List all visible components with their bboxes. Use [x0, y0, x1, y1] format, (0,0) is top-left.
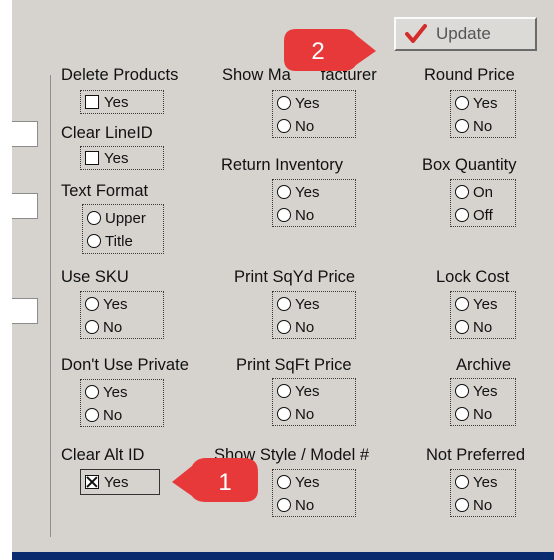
callout-badge-1: 1: [172, 458, 258, 502]
show-style-model-no-radio[interactable]: No: [277, 495, 314, 515]
divider-line: [50, 75, 51, 537]
clear-alt-id-yes-checkbox[interactable]: Yes: [85, 472, 128, 492]
print-sqft-price-label: Print SqFt Price: [236, 356, 352, 374]
text-format-group: Upper Title: [82, 204, 164, 254]
round-price-label: Round Price: [424, 66, 515, 84]
svg-text:1: 1: [218, 469, 231, 496]
delete-products-label: Delete Products: [61, 66, 179, 84]
update-button-label: Update: [436, 24, 491, 43]
archive-no-radio[interactable]: No: [455, 404, 492, 424]
dont-use-private-group: Yes No: [80, 379, 164, 427]
box-quantity-label: Box Quantity: [422, 156, 517, 174]
use-sku-no-radio[interactable]: No: [85, 317, 122, 337]
print-sqft-price-group: Yes No: [272, 378, 356, 426]
bottom-bar: [12, 552, 554, 560]
svg-text:2: 2: [311, 38, 324, 65]
dont-use-private-label: Don't Use Private: [61, 356, 189, 374]
archive-yes-radio[interactable]: Yes: [455, 381, 497, 401]
left-field-stub[interactable]: [12, 121, 38, 147]
text-format-title-radio[interactable]: Title: [87, 231, 133, 251]
show-manufacturer-no-radio[interactable]: No: [277, 116, 314, 136]
clear-lineid-yes-checkbox[interactable]: Yes: [85, 148, 128, 168]
delete-products-group: Yes: [80, 90, 164, 114]
print-sqft-price-yes-radio[interactable]: Yes: [277, 381, 319, 401]
dont-use-private-no-radio[interactable]: No: [85, 405, 122, 425]
round-price-group: Yes No: [450, 90, 516, 138]
round-price-yes-radio[interactable]: Yes: [455, 93, 497, 113]
not-preferred-label: Not Preferred: [426, 446, 526, 464]
lock-cost-no-radio[interactable]: No: [455, 317, 492, 337]
clear-alt-id-label: Clear Alt ID: [61, 446, 145, 464]
clear-lineid-label: Clear LineID: [61, 124, 153, 142]
text-format-upper-radio[interactable]: Upper: [87, 208, 146, 228]
return-inventory-group: Yes No: [272, 179, 356, 227]
show-style-model-group: Yes No: [272, 469, 356, 517]
left-field-stub[interactable]: [12, 298, 38, 324]
dont-use-private-yes-radio[interactable]: Yes: [85, 382, 127, 402]
update-button[interactable]: Update: [394, 17, 537, 51]
return-inventory-no-radio[interactable]: No: [277, 205, 314, 225]
lock-cost-label: Lock Cost: [436, 268, 510, 286]
use-sku-group: Yes No: [80, 291, 164, 339]
print-sqyd-price-label: Print SqYd Price: [234, 268, 356, 286]
return-inventory-yes-radio[interactable]: Yes: [277, 182, 319, 202]
print-sqft-price-no-radio[interactable]: No: [277, 404, 314, 424]
lock-cost-group: Yes No: [450, 291, 516, 339]
print-sqyd-price-no-radio[interactable]: No: [277, 317, 314, 337]
show-manufacturer-yes-radio[interactable]: Yes: [277, 93, 319, 113]
archive-label: Archive: [456, 356, 512, 374]
not-preferred-group: Yes No: [450, 469, 516, 517]
return-inventory-label: Return Inventory: [221, 156, 343, 174]
round-price-no-radio[interactable]: No: [455, 116, 492, 136]
archive-group: Yes No: [450, 378, 516, 426]
use-sku-yes-radio[interactable]: Yes: [85, 294, 127, 314]
show-manufacturer-group: Yes No: [272, 90, 356, 138]
clear-alt-id-group: Yes: [80, 469, 160, 495]
left-field-stub[interactable]: [12, 193, 38, 219]
use-sku-label: Use SKU: [61, 268, 129, 286]
checkmark-icon: [396, 19, 436, 49]
print-sqyd-price-yes-radio[interactable]: Yes: [277, 294, 319, 314]
not-preferred-yes-radio[interactable]: Yes: [455, 472, 497, 492]
lock-cost-yes-radio[interactable]: Yes: [455, 294, 497, 314]
text-format-label: Text Format: [61, 182, 149, 200]
print-sqyd-price-group: Yes No: [272, 291, 356, 339]
clear-lineid-group: Yes: [80, 146, 164, 170]
box-quantity-group: On Off: [450, 179, 516, 227]
box-quantity-off-radio[interactable]: Off: [455, 205, 493, 225]
not-preferred-no-radio[interactable]: No: [455, 495, 492, 515]
delete-products-yes-checkbox[interactable]: Yes: [85, 92, 128, 112]
callout-badge-2: 2: [284, 29, 376, 71]
show-style-model-yes-radio[interactable]: Yes: [277, 472, 319, 492]
box-quantity-on-radio[interactable]: On: [455, 182, 493, 202]
